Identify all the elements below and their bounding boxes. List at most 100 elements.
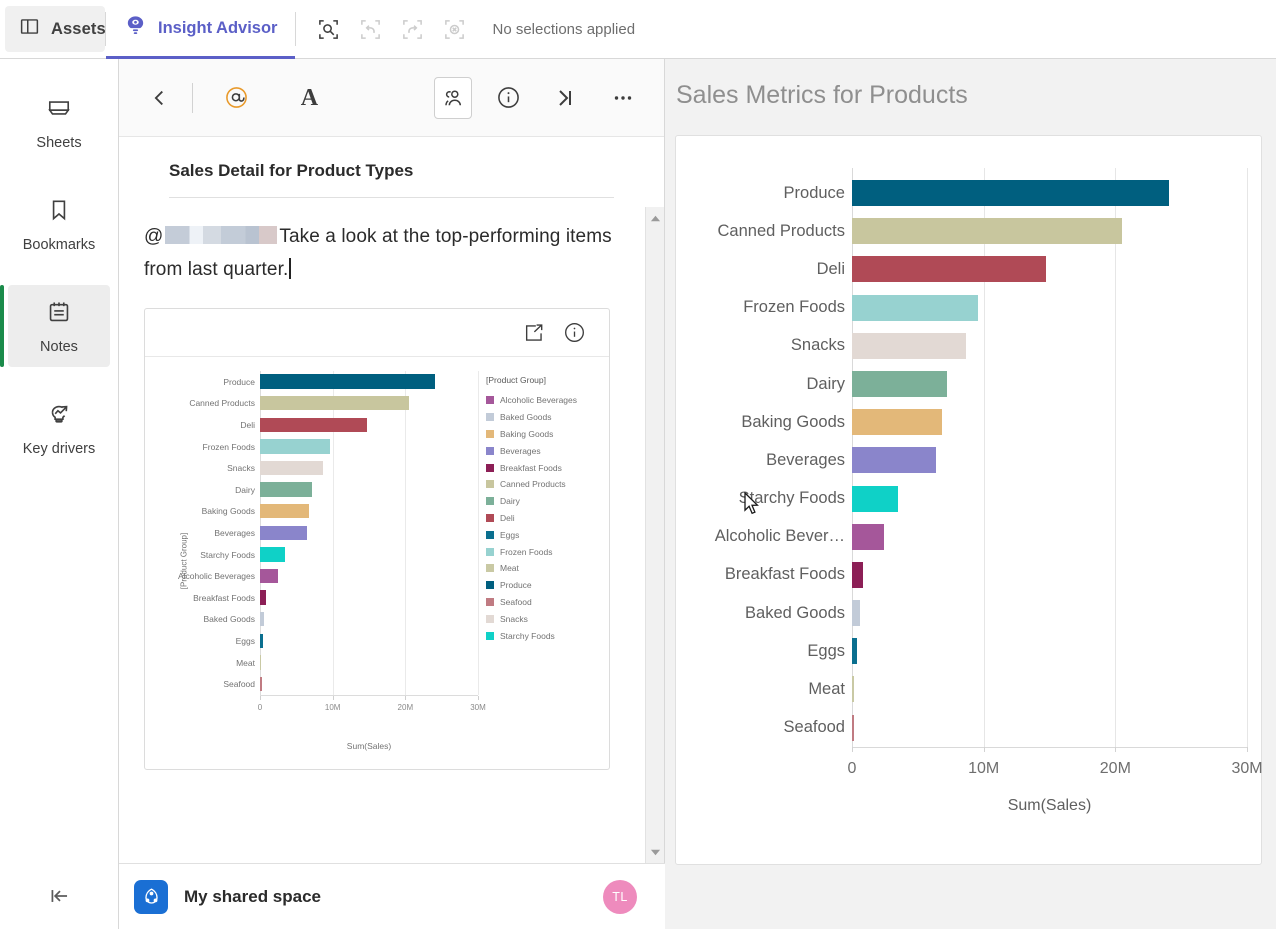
chart-bar[interactable] — [852, 370, 947, 397]
chart-row[interactable]: Baked Goods — [676, 594, 1247, 632]
chart-bar[interactable] — [852, 523, 885, 550]
mini-chart-row: Baking Goods — [174, 501, 478, 523]
chart-row[interactable]: Alcoholic Bever… — [676, 518, 1247, 556]
legend-item[interactable]: Meat — [486, 560, 596, 577]
mention-at-icon[interactable] — [217, 77, 254, 119]
notes-scrollbar[interactable] — [645, 207, 664, 863]
chart-bar[interactable] — [852, 485, 899, 512]
legend-item[interactable]: Deli — [486, 510, 596, 527]
mini-xaxis-tick — [332, 695, 334, 700]
mini-chart-row: Deli — [174, 414, 478, 436]
embedded-chart-header — [145, 309, 609, 357]
info-icon[interactable] — [490, 77, 527, 119]
mini-chart-bar — [260, 676, 262, 692]
legend-item[interactable]: Canned Products — [486, 476, 596, 493]
legend-item[interactable]: Alcoholic Beverages — [486, 392, 596, 409]
scroll-down-icon[interactable] — [646, 843, 665, 861]
chart-row-label: Beverages — [766, 450, 845, 469]
legend-item[interactable]: Starchy Foods — [486, 627, 596, 644]
assets-button[interactable]: Assets — [5, 6, 106, 52]
selection-search-icon[interactable] — [310, 11, 346, 47]
mini-chart-bar — [260, 395, 409, 411]
chart-row[interactable]: Eggs — [676, 632, 1247, 670]
collapse-left-icon[interactable] — [0, 863, 119, 929]
chart-bar[interactable] — [852, 409, 942, 436]
mini-chart-row-track — [260, 479, 478, 501]
mini-chart-legend: [Product Group] Alcoholic Beverages Baked… — [478, 371, 596, 751]
chart-row[interactable]: Frozen Foods — [676, 289, 1247, 327]
rail-label-key-drivers: Key drivers — [22, 441, 96, 457]
mini-xaxis-tick-label: 0 — [257, 702, 263, 712]
assets-label: Assets — [51, 19, 106, 38]
chart-bar[interactable] — [852, 561, 863, 588]
legend-item[interactable]: Produce — [486, 577, 596, 594]
chart-row[interactable]: Dairy — [676, 365, 1247, 403]
mini-chart-row-label: Snacks — [227, 463, 255, 474]
rail-item-key-drivers[interactable]: Key drivers — [8, 387, 110, 469]
chart-row-label: Breakfast Foods — [724, 565, 845, 584]
chart-row[interactable]: Breakfast Foods — [676, 556, 1247, 594]
chart-bar[interactable] — [852, 294, 979, 321]
more-options-icon[interactable] — [605, 77, 642, 119]
mini-chart-row-label: Dairy — [235, 484, 255, 495]
chart-card[interactable]: Produce Canned Products Deli Frozen Foods Sn… — [675, 135, 1263, 865]
mention-prefix: @ — [144, 226, 164, 247]
legend-item[interactable]: Snacks — [486, 610, 596, 627]
mini-chart-ylabel: [Product Group] — [179, 532, 189, 590]
panel-left-icon — [19, 16, 40, 42]
chart-xaxis: 0 10M 20M 30M — [848, 747, 1263, 777]
legend-item[interactable]: Dairy — [486, 493, 596, 510]
collaborators-icon[interactable] — [434, 76, 472, 119]
mini-xaxis-tick-label: 20M — [397, 702, 414, 712]
note-body[interactable]: @ Take a look at the top-performing items… — [119, 198, 664, 286]
chart-bar[interactable] — [852, 714, 854, 741]
collapse-right-icon[interactable] — [545, 77, 582, 119]
chart-row[interactable]: Deli — [676, 250, 1247, 288]
mini-chart-row-label: Deli — [240, 419, 255, 430]
embedded-chart-card[interactable]: [Product Group] Produce Canned Products De… — [144, 308, 610, 770]
chart-row[interactable]: Beverages — [676, 441, 1247, 479]
mini-chart-row: Baked Goods — [174, 609, 478, 631]
xaxis-tick — [1115, 747, 1117, 752]
chart-bar[interactable] — [852, 332, 966, 359]
key-drivers-icon — [46, 401, 72, 432]
chart-row[interactable]: Produce — [676, 174, 1247, 212]
legend-item[interactable]: Baking Goods — [486, 426, 596, 443]
avatar[interactable]: TL — [603, 879, 637, 914]
text-format-icon[interactable]: A — [291, 77, 328, 119]
legend-swatch — [486, 530, 494, 539]
legend-item[interactable]: Seafood — [486, 594, 596, 611]
chart-bar[interactable] — [852, 218, 1122, 245]
chart-bar[interactable] — [852, 256, 1046, 283]
embedded-info-icon[interactable] — [561, 320, 587, 346]
share-export-icon[interactable] — [521, 320, 547, 346]
chart-bar[interactable] — [852, 638, 858, 665]
legend-item[interactable]: Baked Goods — [486, 409, 596, 426]
chart-row[interactable]: Seafood — [676, 709, 1247, 747]
chart-bar[interactable] — [852, 447, 937, 474]
scroll-up-icon[interactable] — [646, 209, 665, 227]
chart-row[interactable]: Meat — [676, 670, 1247, 708]
rail-item-sheets[interactable]: Sheets — [8, 81, 110, 163]
chart-row[interactable]: Snacks — [676, 327, 1247, 365]
chart-bar[interactable] — [852, 600, 860, 627]
rail-item-notes[interactable]: Notes — [0, 285, 110, 367]
chart-row-label: Canned Products — [717, 221, 846, 240]
legend-item[interactable]: Breakfast Foods — [486, 459, 596, 476]
back-icon[interactable] — [141, 77, 178, 119]
chart-row[interactable]: Baking Goods — [676, 403, 1247, 441]
chart-row[interactable]: Canned Products — [676, 212, 1247, 250]
legend-item[interactable]: Frozen Foods — [486, 543, 596, 560]
legend-item[interactable]: Eggs — [486, 526, 596, 543]
rail-item-bookmarks[interactable]: Bookmarks — [8, 183, 110, 265]
chart-row-label: Produce — [783, 183, 845, 202]
clear-selections-icon — [436, 11, 472, 47]
mini-gridline — [478, 371, 479, 695]
tab-insight-advisor[interactable]: Insight Advisor — [106, 0, 296, 59]
legend-item[interactable]: Beverages — [486, 442, 596, 459]
chart-bar[interactable] — [852, 180, 1170, 206]
chart-bar[interactable] — [852, 676, 854, 703]
mini-chart-row: Frozen Foods — [174, 436, 478, 458]
chart-row[interactable]: Starchy Foods — [676, 480, 1247, 518]
mini-chart-row: Breakfast Foods — [174, 587, 478, 609]
